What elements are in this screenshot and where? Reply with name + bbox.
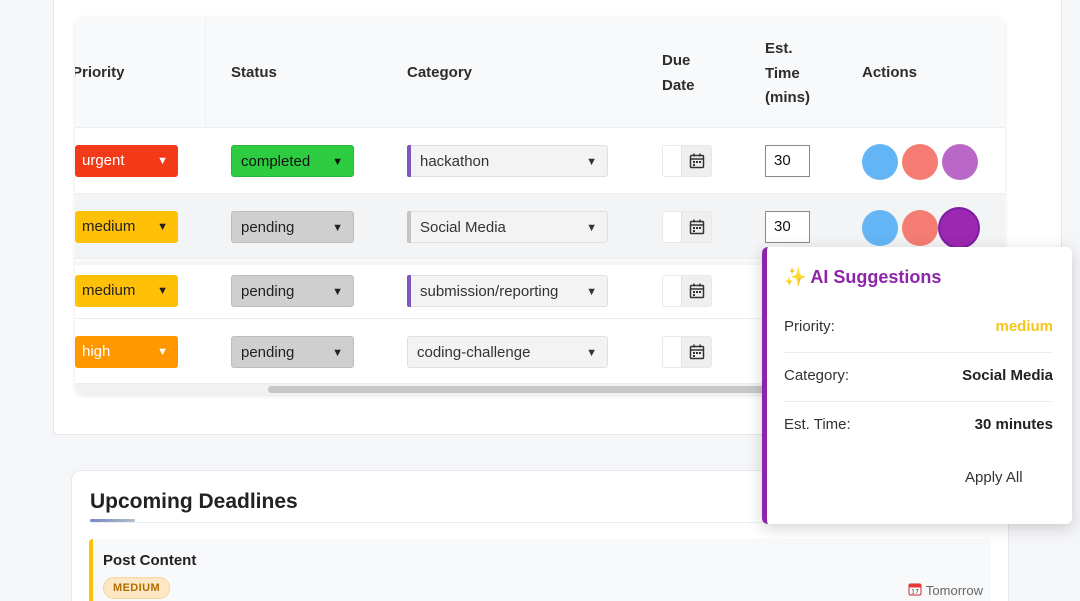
header-actions: Actions [862, 64, 918, 81]
status-select[interactable]: pending ▼ [231, 275, 354, 307]
header-separator [205, 17, 206, 128]
priority-value: medium [82, 282, 136, 299]
edit-button[interactable] [862, 210, 898, 246]
caret-down-icon: ▼ [332, 222, 343, 234]
due-date-input[interactable] [662, 211, 712, 243]
ai-time-row: Est. Time: 30 minutes [784, 402, 1053, 451]
status-value: pending [241, 344, 295, 361]
due-date-input[interactable] [662, 336, 712, 368]
deadlines-title: Upcoming Deadlines [90, 490, 298, 513]
priority-value: medium [82, 218, 136, 235]
deadline-date: 17 Tomorrow [908, 582, 983, 599]
title-underline [90, 519, 135, 522]
deadline-title: Post Content [103, 552, 197, 569]
category-color-bar [407, 145, 411, 177]
priority-badge: MEDIUM [103, 577, 171, 599]
header-est-time[interactable]: Est. Time (mins) [765, 37, 825, 111]
priority-value: urgent [82, 152, 125, 169]
category-select[interactable]: coding-challenge ▼ [407, 336, 608, 368]
due-date-input[interactable] [662, 145, 712, 177]
ai-priority-row: Priority: medium [784, 304, 1053, 353]
apply-all-button[interactable]: Apply All [965, 469, 1023, 486]
category-value: coding-challenge [417, 344, 531, 361]
priority-select[interactable]: medium ▼ [75, 211, 178, 243]
svg-text:17: 17 [911, 589, 919, 596]
caret-down-icon: ▼ [586, 286, 597, 298]
ai-suggestions-title: ✨ AI Suggestions [784, 267, 941, 288]
table-header: Priority Status Category Due Date Est. T… [75, 17, 1005, 128]
caret-down-icon: ▼ [157, 155, 168, 167]
status-select[interactable]: completed ▼ [231, 145, 354, 177]
category-color-bar [407, 275, 411, 307]
calendar-icon[interactable] [681, 146, 711, 176]
status-value: pending [241, 219, 295, 236]
ai-time-value: 30 minutes [974, 416, 1053, 433]
priority-select[interactable]: high ▼ [75, 336, 178, 368]
delete-button[interactable] [902, 210, 938, 246]
caret-down-icon: ▼ [157, 221, 168, 233]
category-select[interactable]: submission/reporting ▼ [407, 275, 608, 307]
ai-time-label: Est. Time: [784, 416, 851, 433]
ai-category-value: Social Media [962, 367, 1053, 384]
category-value: hackathon [420, 153, 490, 170]
caret-down-icon: ▼ [332, 156, 343, 168]
ai-priority-label: Priority: [784, 318, 835, 335]
caret-down-icon: ▼ [586, 222, 597, 234]
header-status[interactable]: Status [231, 61, 277, 86]
deadline-date-text: Tomorrow [925, 583, 983, 598]
caret-down-icon: ▼ [332, 286, 343, 298]
status-value: pending [241, 283, 295, 300]
deadline-item[interactable]: Post Content MEDIUM 17 Tomorrow [89, 539, 991, 601]
scrollbar-thumb[interactable] [268, 386, 768, 393]
category-select[interactable]: hackathon ▼ [407, 145, 608, 177]
header-due-date[interactable]: Due Date [662, 49, 712, 98]
header-category[interactable]: Category [407, 61, 472, 86]
ai-category-row: Category: Social Media [784, 353, 1053, 402]
table-row: urgent ▼ completed ▼ hackathon ▼ 30 [75, 128, 1005, 194]
caret-down-icon: ▼ [332, 347, 343, 359]
ai-suggest-button[interactable] [942, 144, 978, 180]
est-time-input[interactable]: 30 [765, 145, 810, 177]
status-select[interactable]: pending ▼ [231, 211, 354, 243]
sparkles-icon: ✨ [784, 267, 807, 287]
status-select[interactable]: pending ▼ [231, 336, 354, 368]
category-value: Social Media [420, 219, 506, 236]
category-value: submission/reporting [420, 283, 559, 300]
priority-value: high [82, 343, 111, 360]
calendar-icon: 17 [908, 582, 922, 599]
est-time-input[interactable]: 30 [765, 211, 810, 243]
due-date-input[interactable] [662, 275, 712, 307]
caret-down-icon: ▼ [586, 156, 597, 168]
caret-down-icon: ▼ [586, 347, 597, 359]
caret-down-icon: ▼ [157, 285, 168, 297]
priority-select[interactable]: urgent ▼ [75, 145, 178, 177]
delete-button[interactable] [902, 144, 938, 180]
ai-suggestions-popover: ✨ AI Suggestions Priority: medium Catego… [762, 247, 1072, 524]
ai-title-text: AI Suggestions [810, 267, 942, 287]
priority-select[interactable]: medium ▼ [75, 275, 178, 307]
caret-down-icon: ▼ [157, 346, 168, 358]
calendar-icon[interactable] [681, 276, 711, 306]
ai-priority-value: medium [995, 318, 1053, 335]
status-value: completed [241, 153, 311, 170]
calendar-icon[interactable] [681, 212, 711, 242]
ai-suggest-button[interactable] [940, 209, 978, 247]
header-priority[interactable]: Priority [75, 61, 125, 86]
category-color-bar [407, 211, 411, 243]
category-select[interactable]: Social Media ▼ [407, 211, 608, 243]
calendar-icon[interactable] [681, 337, 711, 367]
ai-category-label: Category: [784, 367, 850, 384]
edit-button[interactable] [862, 144, 898, 180]
